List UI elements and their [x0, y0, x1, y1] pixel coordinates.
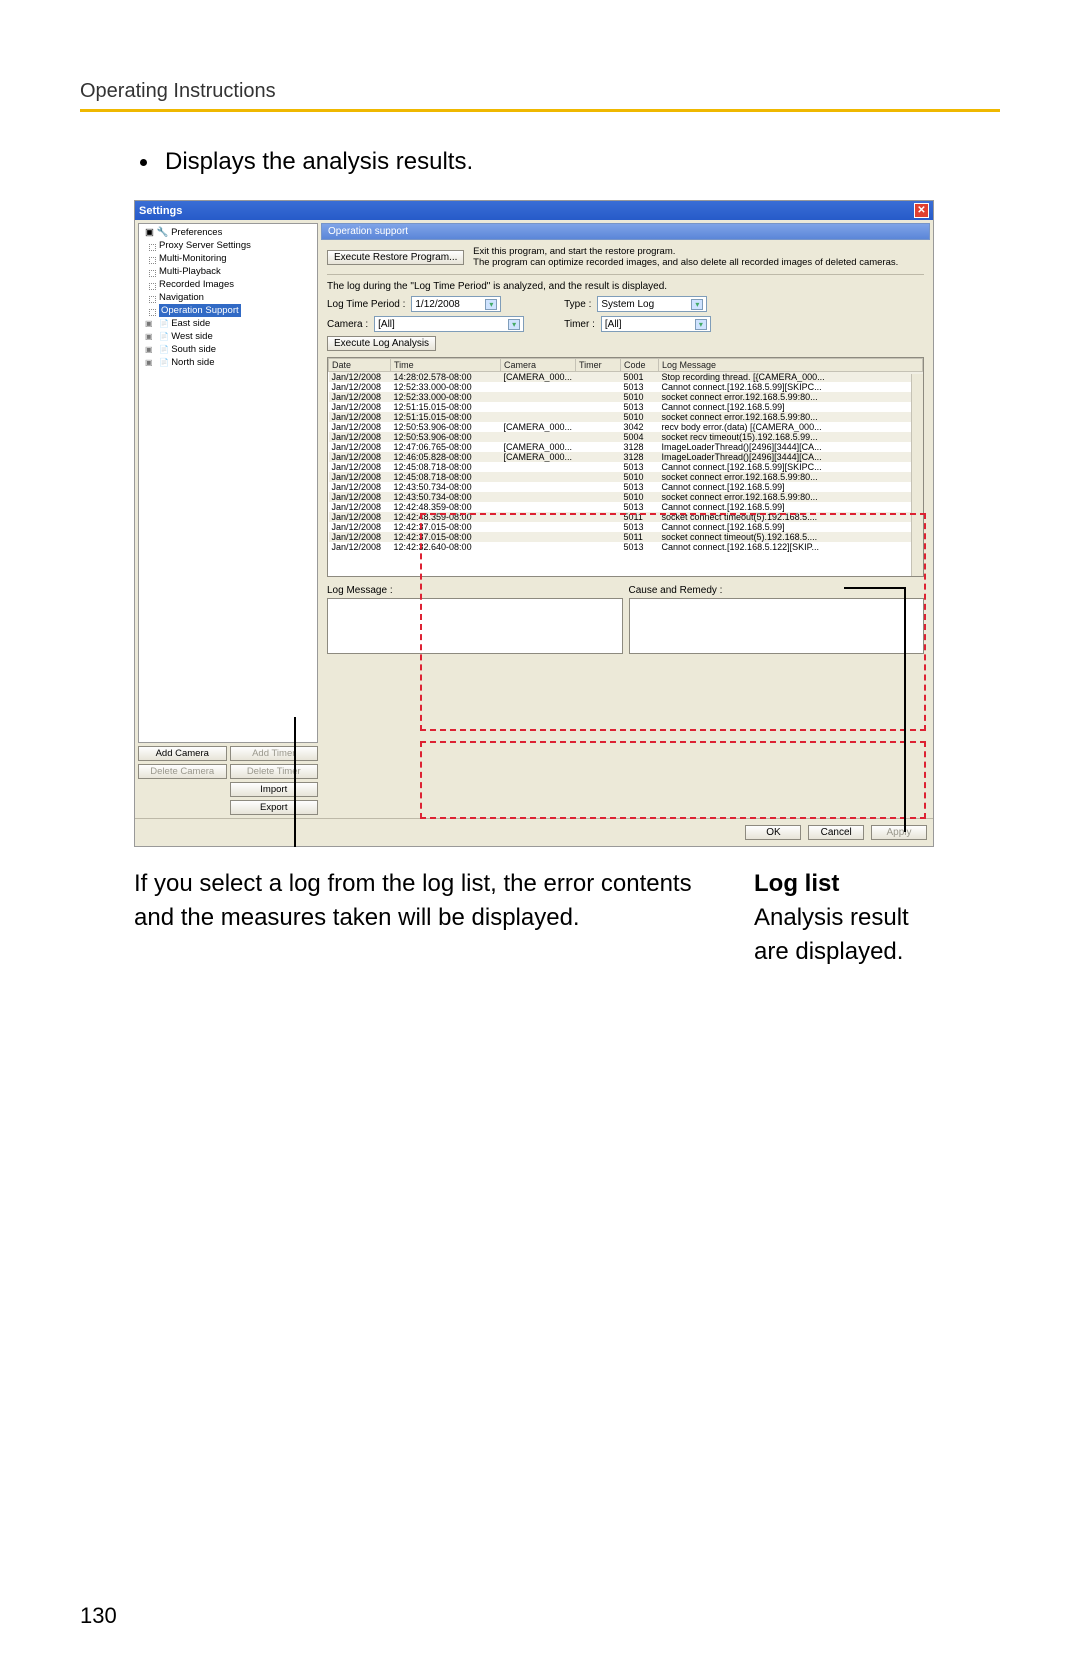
tree-root[interactable]: Preferences: [171, 227, 222, 238]
chevron-down-icon: ▾: [695, 319, 707, 330]
highlight-log-list: [420, 513, 926, 731]
bullet-text: Displays the analysis results.: [165, 148, 473, 176]
table-row[interactable]: Jan/12/200812:43:50.734-08:005013Cannot …: [329, 482, 923, 492]
tree-group[interactable]: South side: [159, 344, 216, 355]
log-col-header[interactable]: Timer: [576, 359, 621, 372]
tree-item-selected[interactable]: Operation Support: [159, 304, 241, 317]
log-time-period-select[interactable]: 1/12/2008▾: [411, 296, 501, 312]
bullet-item: Displays the analysis results.: [140, 148, 1000, 176]
apply-button: Apply: [871, 825, 927, 840]
table-row[interactable]: Jan/12/200812:50:53.906-08:00[CAMERA_000…: [329, 422, 923, 432]
ok-button[interactable]: OK: [745, 825, 801, 840]
cancel-button[interactable]: Cancel: [808, 825, 864, 840]
export-button[interactable]: Export: [230, 800, 319, 815]
add-timer-button: Add Timer: [230, 746, 319, 761]
highlight-message-panels: [420, 741, 926, 819]
settings-window: Settings ✕ ▣ 🔧 Preferences Proxy Server …: [134, 200, 934, 847]
table-row[interactable]: Jan/12/200812:50:53.906-08:005004socket …: [329, 432, 923, 442]
import-button[interactable]: Import: [230, 782, 319, 797]
analysis-note: The log during the "Log Time Period" is …: [327, 281, 924, 292]
table-row[interactable]: Jan/12/200812:45:08.718-08:005013Cannot …: [329, 462, 923, 472]
table-row[interactable]: Jan/12/200812:52:33.000-08:005013Cannot …: [329, 382, 923, 392]
timer-label: Timer :: [564, 319, 595, 330]
tree-item[interactable]: Multi-Playback: [145, 265, 315, 278]
log-col-header[interactable]: Time: [391, 359, 501, 372]
restore-description: Exit this program, and start the restore…: [473, 246, 898, 268]
table-row[interactable]: Jan/12/200812:42:48.359-08:005013Cannot …: [329, 502, 923, 512]
chevron-down-icon: ▾: [485, 299, 497, 310]
table-row[interactable]: Jan/12/200812:51:15.015-08:005010socket …: [329, 412, 923, 422]
table-row[interactable]: Jan/12/200812:43:50.734-08:005010socket …: [329, 492, 923, 502]
page-number: 130: [80, 1603, 117, 1629]
callout-right: Log list Analysis result are displayed.: [754, 867, 909, 969]
tree-item[interactable]: Proxy Server Settings: [145, 239, 315, 252]
type-select[interactable]: System Log▾: [597, 296, 707, 312]
log-col-header[interactable]: Log Message: [659, 359, 923, 372]
tree-group[interactable]: West side: [159, 331, 213, 342]
table-row[interactable]: Jan/12/200812:45:08.718-08:005010socket …: [329, 472, 923, 482]
chevron-down-icon: ▾: [691, 299, 703, 310]
tree-group[interactable]: North side: [159, 357, 215, 368]
tree-item[interactable]: Recorded Images: [145, 278, 315, 291]
chevron-down-icon: ▾: [508, 319, 520, 330]
execute-restore-button[interactable]: Execute Restore Program...: [327, 250, 464, 265]
add-camera-button[interactable]: Add Camera: [138, 746, 227, 761]
timer-select[interactable]: [All]▾: [601, 316, 711, 332]
section-title: Operation support: [321, 223, 930, 240]
tree-item[interactable]: Navigation: [145, 291, 315, 304]
tree-item[interactable]: Multi-Monitoring: [145, 252, 315, 265]
delete-camera-button: Delete Camera: [138, 764, 227, 779]
callout-line: [294, 717, 296, 847]
type-label: Type :: [564, 299, 591, 310]
table-row[interactable]: Jan/12/200812:47:06.765-08:00[CAMERA_000…: [329, 442, 923, 452]
table-row[interactable]: Jan/12/200812:46:05.828-08:00[CAMERA_000…: [329, 452, 923, 462]
tree-group[interactable]: East side: [159, 318, 210, 329]
page-header: Operating Instructions: [80, 80, 276, 102]
delete-timer-button: Delete Timer: [230, 764, 319, 779]
camera-select[interactable]: [All]▾: [374, 316, 524, 332]
camera-label: Camera :: [327, 319, 368, 330]
preferences-tree[interactable]: ▣ 🔧 Preferences Proxy Server Settings Mu…: [138, 223, 318, 743]
log-time-period-label: Log Time Period :: [327, 299, 405, 310]
table-row[interactable]: Jan/12/200812:51:15.015-08:005013Cannot …: [329, 402, 923, 412]
table-row[interactable]: Jan/12/200814:28:02.578-08:00[CAMERA_000…: [329, 372, 923, 383]
log-col-header[interactable]: Camera: [501, 359, 576, 372]
close-icon[interactable]: ✕: [914, 203, 929, 218]
log-col-header[interactable]: Date: [329, 359, 391, 372]
log-col-header[interactable]: Code: [621, 359, 659, 372]
callout-left: If you select a log from the log list, t…: [134, 867, 694, 969]
execute-log-analysis-button[interactable]: Execute Log Analysis: [327, 336, 436, 351]
callout-line: [904, 587, 906, 832]
window-title: Settings: [139, 205, 182, 217]
table-row[interactable]: Jan/12/200812:52:33.000-08:005010socket …: [329, 392, 923, 402]
bullet-icon: [140, 159, 147, 166]
